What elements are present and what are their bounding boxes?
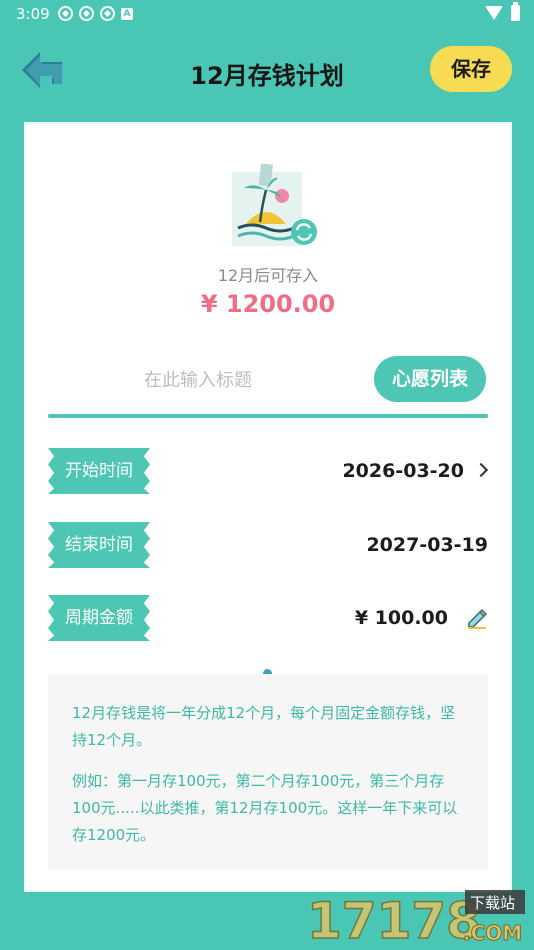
app-notification-icon — [79, 6, 94, 21]
divider — [48, 414, 488, 418]
island-illustration — [232, 163, 324, 250]
chevron-right-icon — [473, 462, 489, 478]
wifi-icon — [485, 6, 503, 20]
status-bar: 3:09 A — [0, 0, 534, 28]
app-notification-icon — [58, 6, 73, 21]
wish-caption: 12月后可存入 — [217, 266, 319, 285]
end-date-label: 结束时间 — [48, 522, 150, 568]
header: 12月存钱计划 保存 — [0, 38, 534, 102]
svg-text:下载站: 下载站 — [470, 894, 515, 912]
pencil-edit-icon[interactable] — [466, 607, 488, 629]
info-paragraph: 例如：第一月存100元，第二个月存100元，第三个月存100元.....以此类推… — [72, 772, 458, 844]
system-icons — [485, 2, 520, 21]
end-date-value: 2027-03-19 — [366, 534, 488, 556]
end-date-row: 结束时间 2027-03-19 — [48, 522, 488, 568]
app-notification-icon — [100, 6, 115, 21]
info-box: 12月存钱是将一年分成12个月，每个月固定金额存钱，坚持12个月。 例如：第一月… — [48, 674, 488, 870]
battery-icon — [511, 2, 520, 21]
info-paragraph: 12月存钱是将一年分成12个月，每个月固定金额存钱，坚持12个月。 — [72, 704, 456, 749]
start-date-row[interactable]: 开始时间 2026-03-20 — [48, 448, 489, 494]
svg-text:.COM: .COM — [463, 921, 522, 945]
plan-card: 12月后可存入 ¥ 1200.00 心愿列表 开始时间 2026-03-20 结… — [26, 124, 510, 890]
status-time: 3:09 — [16, 5, 50, 23]
start-date-label: 开始时间 — [48, 448, 150, 494]
svg-text:17178: 17178 — [307, 892, 481, 948]
period-amount-row[interactable]: 周期金额 ¥ 100.00 — [48, 595, 488, 641]
save-button[interactable]: 保存 — [430, 46, 512, 92]
period-amount-label: 周期金额 — [48, 595, 150, 641]
a-notification-icon: A — [121, 7, 133, 20]
island-icon — [232, 163, 317, 246]
wishlist-button[interactable]: 心愿列表 — [374, 356, 486, 402]
site-watermark-logo: 17178 下载站 .COM — [306, 890, 525, 948]
title-input[interactable] — [96, 364, 300, 396]
notification-icons: A — [58, 6, 133, 21]
start-date-value: 2026-03-20 — [342, 460, 464, 482]
period-amount-value: ¥ 100.00 — [354, 607, 448, 629]
wish-amount: ¥ 1200.00 — [200, 290, 336, 318]
